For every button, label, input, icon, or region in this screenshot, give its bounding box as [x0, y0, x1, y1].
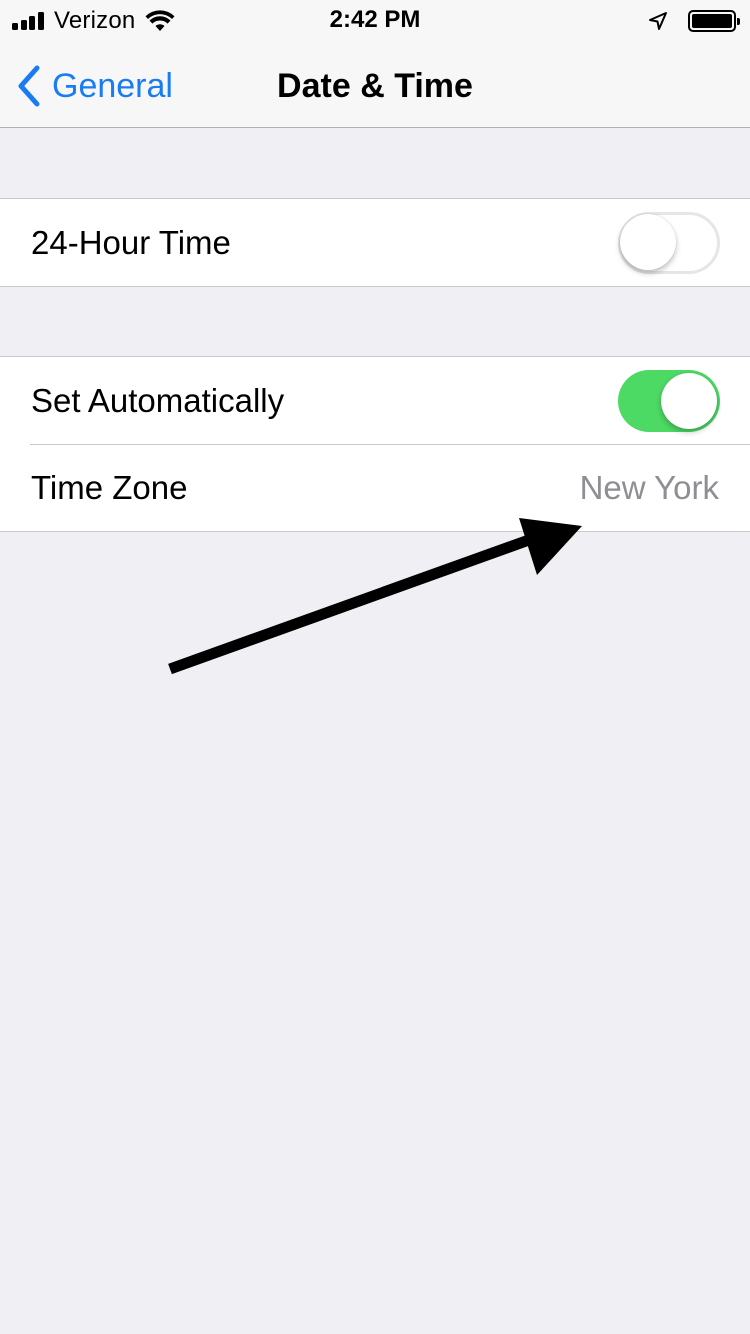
row-set-automatically: Set Automatically	[0, 357, 750, 444]
row-label: Time Zone	[31, 468, 188, 506]
toggle-knob	[620, 213, 676, 270]
row-24-hour-time: 24-Hour Time	[0, 199, 750, 286]
status-clock: 2:42 PM	[329, 6, 421, 33]
status-right	[648, 8, 740, 34]
battery-icon	[688, 10, 740, 32]
settings-group-time-setting: Set Automatically Time Zone New York	[0, 356, 750, 532]
time-zone-value: New York	[579, 468, 719, 506]
row-label: 24-Hour Time	[31, 223, 231, 261]
toggle-knob	[661, 372, 717, 429]
toggle-24-hour-time[interactable]	[618, 211, 720, 274]
navigation-bar: General Date & Time	[0, 40, 750, 128]
page-title: Date & Time	[277, 67, 473, 105]
row-time-zone[interactable]: Time Zone New York	[0, 444, 750, 531]
row-label: Set Automatically	[31, 381, 285, 419]
location-arrow-icon	[649, 12, 667, 30]
status-bar: Verizon 2:42 PM	[0, 0, 750, 40]
settings-group-clock-format: 24-Hour Time	[0, 198, 750, 287]
toggle-set-automatically[interactable]	[618, 369, 720, 432]
